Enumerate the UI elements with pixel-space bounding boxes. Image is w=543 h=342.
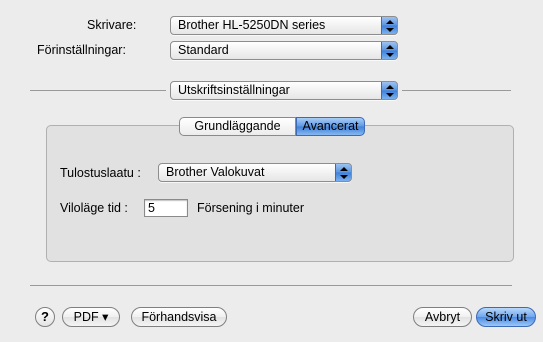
sleep-unit-label: Försening i minuter (197, 201, 304, 215)
cancel-button[interactable]: Avbryt (413, 307, 472, 327)
pane-popup-value: Utskriftsinställningar (178, 83, 290, 97)
pdf-button[interactable]: PDF ▾ (62, 307, 120, 327)
sleep-time-input[interactable]: 5 (144, 199, 188, 217)
footer-divider (30, 285, 512, 286)
quality-label: Tulostuslaatu : (60, 166, 141, 180)
tab-advanced[interactable]: Avancerat (296, 117, 365, 136)
tab-basic[interactable]: Grundläggande (179, 117, 296, 136)
printer-popup[interactable]: Brother HL-5250DN series (170, 16, 398, 35)
separator-left (30, 90, 166, 91)
pane-popup[interactable]: Utskriftsinställningar (170, 81, 398, 100)
presets-popup[interactable]: Standard (170, 41, 398, 60)
presets-popup-value: Standard (178, 43, 229, 57)
quality-popup[interactable]: Brother Valokuvat (158, 163, 352, 182)
help-button[interactable]: ? (35, 307, 55, 327)
presets-label: Förinställningar: (37, 43, 126, 57)
preview-button[interactable]: Förhandsvisa (131, 307, 227, 327)
updown-arrows-icon (381, 82, 397, 99)
printer-label: Skrivare: (87, 18, 137, 32)
settings-panel (46, 125, 514, 262)
separator-right (402, 90, 511, 91)
print-button[interactable]: Skriv ut (476, 307, 536, 327)
sleep-label: Viloläge tid : (60, 201, 128, 215)
updown-arrows-icon (381, 17, 397, 34)
updown-arrows-icon (335, 164, 351, 181)
quality-popup-value: Brother Valokuvat (166, 165, 265, 179)
updown-arrows-icon (381, 42, 397, 59)
printer-popup-value: Brother HL-5250DN series (178, 18, 326, 32)
